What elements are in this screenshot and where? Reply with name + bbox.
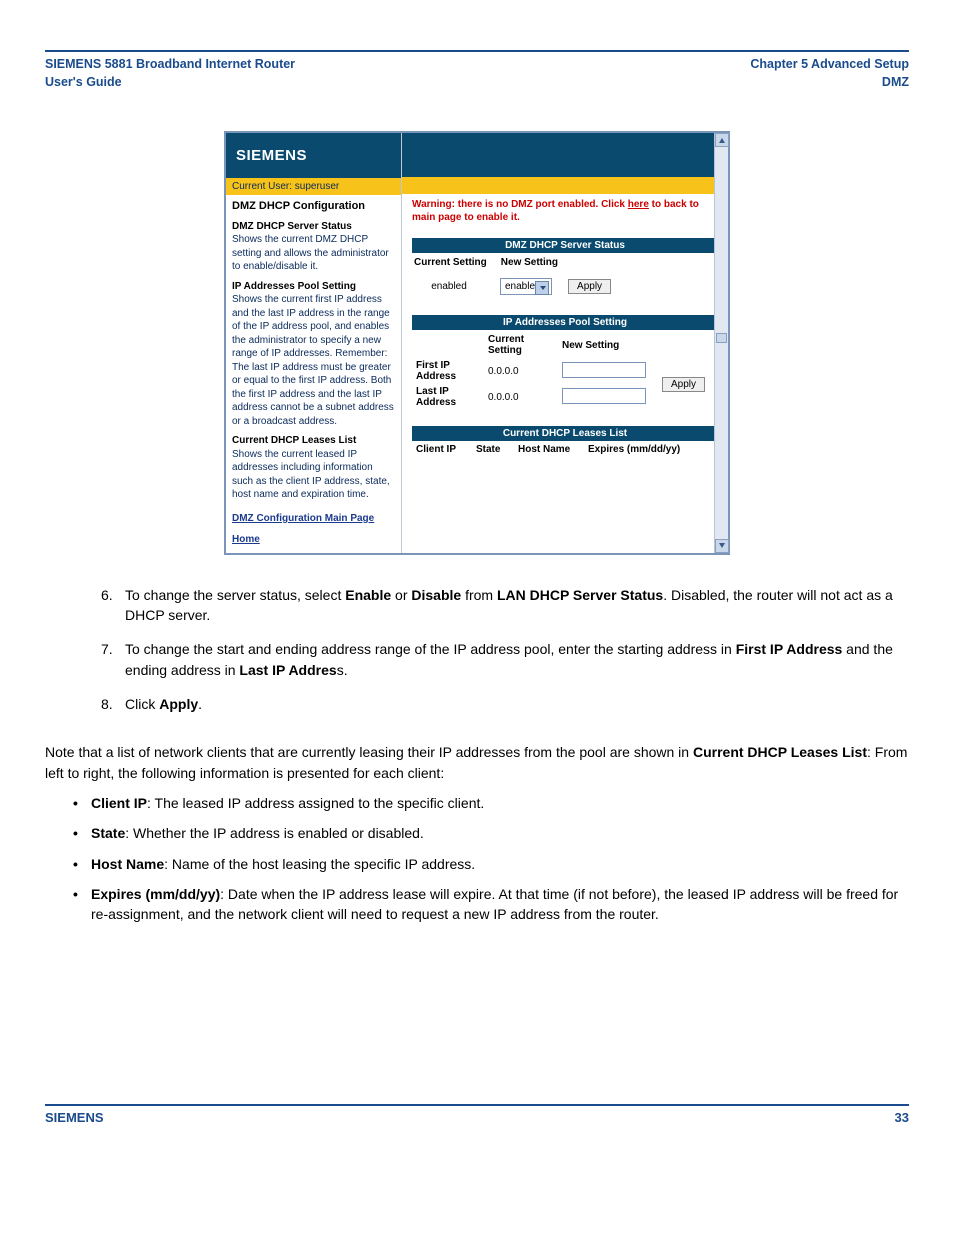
brand-bar: SIEMENS: [226, 133, 401, 178]
status-panel-title: DMZ DHCP Server Status: [412, 238, 718, 253]
leases-col-hostname: Host Name: [518, 444, 580, 455]
step-6: 6. To change the server status, select E…: [101, 585, 909, 626]
txt: : The leased IP address assigned to the …: [147, 795, 484, 811]
pool-last-value: 0.0.0.0: [488, 392, 552, 403]
leases-col-expires: Expires (mm/dd/yy): [588, 444, 680, 455]
pool-apply-button[interactable]: Apply: [662, 377, 705, 392]
page-footer: SIEMENS 33: [45, 1110, 909, 1125]
pool-col-new: New Setting: [562, 340, 652, 351]
status-select[interactable]: enable: [500, 278, 552, 295]
scroll-up-button[interactable]: [715, 133, 729, 147]
warn-link[interactable]: here: [628, 199, 649, 210]
leases-col-state: State: [476, 444, 510, 455]
pool-first-input[interactable]: [562, 362, 646, 378]
status-col1: Current Setting: [414, 257, 487, 268]
bullet-state: • State: Whether the IP address is enabl…: [73, 823, 909, 843]
scroll-thumb[interactable]: [716, 333, 727, 343]
txt: To change the start and ending address r…: [125, 641, 736, 657]
embedded-screenshot: SIEMENS Current User: superuser DMZ DHCP…: [224, 131, 730, 555]
top-banner: [402, 133, 728, 177]
txt: from: [461, 587, 497, 603]
chevron-down-icon: [719, 543, 725, 548]
header-rule: [45, 50, 909, 52]
bullet-icon: •: [73, 854, 91, 874]
current-user-bar: Current User: superuser: [226, 178, 401, 195]
chevron-up-icon: [719, 138, 725, 143]
bullet-expires: • Expires (mm/dd/yy): Date when the IP a…: [73, 884, 909, 925]
link-home[interactable]: Home: [232, 533, 395, 547]
status-apply-button[interactable]: Apply: [568, 279, 611, 294]
txt-bold: Apply: [159, 696, 198, 712]
pool-panel-title: IP Addresses Pool Setting: [412, 315, 718, 330]
status-current-value: enabled: [414, 281, 484, 292]
footer-rule: [45, 1104, 909, 1106]
warn-pre: Warning: there is no DMZ port enabled. C…: [412, 199, 628, 210]
pool-last-input[interactable]: [562, 388, 646, 404]
bullet-icon: •: [73, 823, 91, 843]
step-8: 8. Click Apply.: [101, 694, 909, 714]
txt: Note that a list of network clients that…: [45, 744, 693, 760]
scrollbar[interactable]: [714, 133, 728, 553]
txt-bold: Expires (mm/dd/yy): [91, 886, 220, 902]
left-p1: Shows the current DMZ DHCP setting and a…: [232, 233, 395, 274]
step-number: 7.: [101, 639, 125, 680]
txt-bold: Enable: [345, 587, 391, 603]
txt: Click: [125, 696, 159, 712]
txt: : Whether the IP address is enabled or d…: [125, 825, 424, 841]
left-h2: IP Addresses Pool Setting: [232, 280, 395, 294]
txt-bold: Host Name: [91, 856, 164, 872]
txt-bold: First IP Address: [736, 641, 843, 657]
header-section: DMZ: [750, 74, 909, 92]
footer-brand: SIEMENS: [45, 1110, 104, 1125]
header-doc: User's Guide: [45, 74, 295, 92]
scroll-down-button[interactable]: [715, 539, 729, 553]
left-title: DMZ DHCP Configuration: [232, 199, 395, 214]
gold-strip: [402, 177, 728, 194]
left-h3: Current DHCP Leases List: [232, 434, 395, 448]
left-p2: Shows the current first IP address and t…: [232, 293, 395, 428]
pool-first-value: 0.0.0.0: [488, 366, 552, 377]
pool-first-label: First IP Address: [416, 360, 478, 382]
pool-last-label: Last IP Address: [416, 386, 478, 408]
header-product: SIEMENS 5881 Broadband Internet Router: [45, 56, 295, 74]
footer-page-number: 33: [895, 1110, 909, 1125]
page-header: SIEMENS 5881 Broadband Internet Router U…: [45, 56, 909, 91]
status-col2: New Setting: [501, 257, 558, 268]
txt-bold: Disable: [411, 587, 461, 603]
note-paragraph: Note that a list of network clients that…: [45, 742, 909, 783]
txt-bold: State: [91, 825, 125, 841]
pool-col-current: Current Setting: [488, 334, 552, 356]
txt-bold: LAN DHCP Server Status: [497, 587, 663, 603]
leases-col-clientip: Client IP: [416, 444, 468, 455]
step-7: 7. To change the start and ending addres…: [101, 639, 909, 680]
txt: or: [391, 587, 411, 603]
left-p3: Shows the current leased IP addresses in…: [232, 448, 395, 502]
txt: To change the server status, select: [125, 587, 345, 603]
step-number: 6.: [101, 585, 125, 626]
txt-bold: Client IP: [91, 795, 147, 811]
txt: s.: [337, 662, 348, 678]
txt: .: [198, 696, 202, 712]
txt-bold: Last IP Addres: [239, 662, 336, 678]
link-dmz-main[interactable]: DMZ Configuration Main Page: [232, 512, 395, 526]
bullet-clientip: • Client IP: The leased IP address assig…: [73, 793, 909, 813]
leases-panel-title: Current DHCP Leases List: [412, 426, 718, 441]
txt: : Name of the host leasing the specific …: [164, 856, 475, 872]
header-chapter: Chapter 5 Advanced Setup: [750, 56, 909, 74]
step-number: 8.: [101, 694, 125, 714]
bullet-hostname: • Host Name: Name of the host leasing th…: [73, 854, 909, 874]
txt-bold: Current DHCP Leases List: [693, 744, 867, 760]
warning-text: Warning: there is no DMZ port enabled. C…: [412, 198, 718, 224]
left-h1: DMZ DHCP Server Status: [232, 220, 395, 234]
bullet-icon: •: [73, 793, 91, 813]
bullet-icon: •: [73, 884, 91, 925]
